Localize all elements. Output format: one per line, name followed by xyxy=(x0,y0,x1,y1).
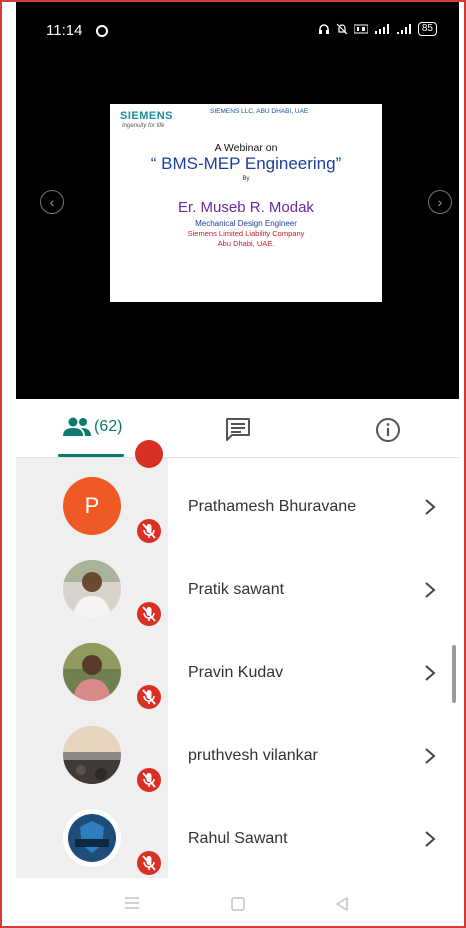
notification-dot-icon xyxy=(96,25,108,37)
participant-name: pruthvesh vilankar xyxy=(188,747,318,764)
system-nav-bar xyxy=(16,878,459,926)
home-icon[interactable] xyxy=(230,896,246,912)
mic-off-icon xyxy=(135,440,163,468)
active-tab-indicator xyxy=(58,454,124,457)
mute-bell-icon xyxy=(336,23,348,35)
chevron-right-icon[interactable] xyxy=(423,830,437,848)
mic-off-icon xyxy=(135,517,163,545)
4g-signal-icon xyxy=(374,24,389,34)
people-icon xyxy=(63,417,91,436)
participant-row[interactable]: P Prathamesh Bhuravane xyxy=(16,465,459,548)
mic-off-icon xyxy=(135,683,163,711)
participant-row[interactable]: Rahul Sawant xyxy=(16,797,459,880)
slide-company: Siemens Limited Liability Company xyxy=(187,229,305,238)
list-scrollbar[interactable] xyxy=(452,645,456,703)
chevron-right-icon[interactable] xyxy=(423,581,437,599)
participant-name: Prathamesh Bhuravane xyxy=(188,498,357,515)
menu-icon[interactable] xyxy=(124,896,140,910)
status-time: 11:14 xyxy=(46,22,83,39)
tab-info[interactable] xyxy=(373,399,403,457)
avatar xyxy=(63,726,121,784)
participant-row[interactable]: Pratik sawant xyxy=(16,548,459,631)
avatar xyxy=(63,809,121,867)
participant-list[interactable]: P Prathamesh Bhuravane Pratik sawant Pra… xyxy=(16,440,459,880)
status-bar: 11:14 85 xyxy=(16,16,459,46)
siemens-logo: SIEMENS xyxy=(120,110,174,122)
previous-slide-button[interactable]: ‹ xyxy=(40,190,64,214)
chevron-right-icon[interactable] xyxy=(423,747,437,765)
headset-icon xyxy=(318,24,329,34)
slide-by: By xyxy=(242,176,250,182)
chat-icon xyxy=(226,418,250,441)
tab-people[interactable]: (62) xyxy=(56,399,136,457)
mic-off-icon xyxy=(135,766,163,794)
participant-count: (62) xyxy=(94,418,123,435)
screenshot-frame: 11:14 85 ‹ › SIEMENS Ingenuity for life … xyxy=(0,0,466,928)
battery-icon: 85 xyxy=(417,22,437,36)
shared-slide: SIEMENS Ingenuity for life SIEMENS LLC, … xyxy=(110,104,382,302)
chevron-right-icon[interactable] xyxy=(423,498,437,516)
slide-header: SIEMENS LLC, ABU DHABI, UAE xyxy=(210,108,309,115)
signal-icon xyxy=(396,24,411,34)
participant-row[interactable]: Pravin Kudav xyxy=(16,631,459,714)
avatar xyxy=(63,643,121,701)
slide-subtitle: A Webinar on xyxy=(214,142,278,154)
participant-row[interactable]: pruthvesh vilankar xyxy=(16,714,459,797)
participant-name: Pratik sawant xyxy=(188,581,285,598)
mic-off-icon xyxy=(135,849,163,877)
chevron-right-icon[interactable] xyxy=(423,664,437,682)
slide-presenter: Er. Museb R. Modak xyxy=(178,199,314,216)
slide-role: Mechanical Design Engineer xyxy=(195,219,297,228)
avatar xyxy=(63,560,121,618)
back-icon[interactable] xyxy=(334,896,350,912)
next-slide-button[interactable]: › xyxy=(428,190,452,214)
status-icons: 85 xyxy=(318,22,437,36)
slide-city: Abu Dhabi, UAE. xyxy=(217,239,275,248)
app-screen: 11:14 85 ‹ › SIEMENS Ingenuity for life … xyxy=(16,2,459,926)
siemens-tagline: Ingenuity for life xyxy=(122,123,165,129)
avatar: P xyxy=(63,477,121,535)
participant-name: Rahul Sawant xyxy=(188,830,288,847)
mic-off-icon xyxy=(135,600,163,628)
slide-title: “ BMS-MEP Engineering” xyxy=(150,154,342,173)
participant-name: Pravin Kudav xyxy=(188,664,284,681)
presentation-video[interactable]: 11:14 85 ‹ › SIEMENS Ingenuity for life … xyxy=(16,2,459,399)
tab-bar: (62) xyxy=(16,399,459,458)
volte-icon xyxy=(353,24,368,34)
info-icon xyxy=(376,418,400,442)
tab-chat[interactable] xyxy=(223,399,253,457)
